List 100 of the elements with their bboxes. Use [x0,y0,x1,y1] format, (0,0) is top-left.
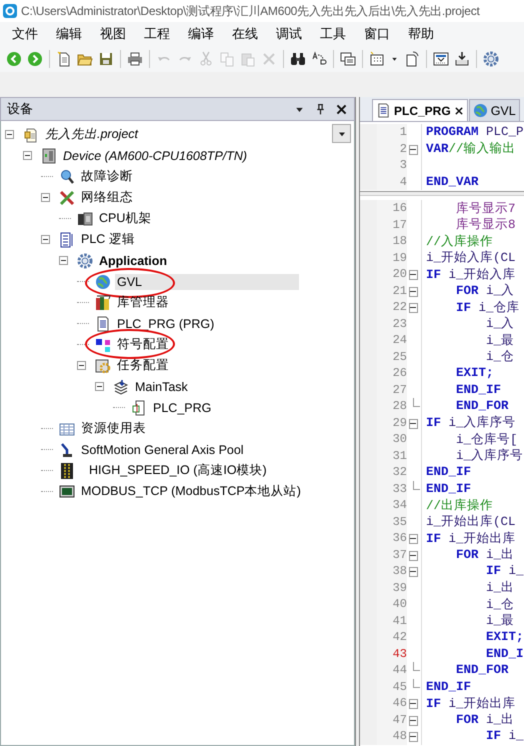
code-line: IF i_开始出库 [426,696,516,712]
line-number: 29 [377,414,407,431]
line-number: 30 [377,431,407,448]
code-line: i_仓 [485,596,514,613]
tree-item[interactable]: MODBUS_TCP (ModbusTCP本地从站) [79,482,303,501]
binoculars-icon[interactable] [290,50,306,66]
code-line: VAR//输入输出 [426,140,516,158]
tools-icon [59,190,75,206]
connector-line [41,470,53,472]
connector-line [77,302,89,304]
code-line: END_IF [426,680,472,694]
menu-item[interactable]: 在线 [224,24,268,42]
expand-toggle[interactable] [59,256,68,265]
expand-toggle[interactable] [95,382,104,391]
fold-toggle[interactable] [407,530,422,546]
code-line: END_I [485,646,524,661]
tree-item[interactable]: 任务配置 [115,356,171,375]
tree-item[interactable]: 库管理器 [115,293,171,312]
forward-icon[interactable] [27,50,43,66]
download-icon[interactable] [433,50,449,66]
fold-toggle[interactable] [407,282,422,299]
squares-icon [95,336,111,352]
fold-toggle[interactable] [407,299,422,316]
tree-item[interactable]: Device (AM600-CPU1608TP/TN) [61,148,250,164]
menu-item[interactable]: 帮助 [400,24,444,42]
code-line: EXIT; [455,366,494,380]
line-number: 36 [377,530,407,546]
module-icon [59,462,75,478]
line-number: 1 [377,124,407,140]
fold-toggle[interactable] [407,728,422,744]
code-line: IF i_开始入库 [426,266,516,283]
tree-item[interactable]: MainTask [133,378,190,394]
menu-item[interactable]: 编译 [180,24,224,42]
menu-item[interactable]: 窗口 [356,24,400,42]
editor-tab[interactable]: GVL [468,99,520,121]
close-icon[interactable] [335,102,348,116]
expand-toggle[interactable] [5,130,14,139]
line-number: 28 [377,398,407,414]
code-line: IF i_仓库 [455,300,520,316]
menu-item[interactable]: 工程 [136,24,180,42]
expand-toggle[interactable] [77,361,86,370]
tree-item[interactable]: PLC 逻辑 [79,230,137,249]
import-icon[interactable] [454,50,470,66]
tree-item[interactable]: PLC_PRG (PRG) [115,316,216,332]
code-line: FOR i_出 [455,712,514,728]
line-number: 34 [377,497,407,514]
new-file-icon[interactable] [56,50,72,66]
tree-item[interactable]: CPU机架 [97,209,154,228]
expand-toggle[interactable] [23,151,32,160]
menu-item[interactable]: 视图 [92,24,136,42]
tree-item[interactable]: 先入先出.project [43,125,140,144]
window-icon[interactable] [340,50,356,66]
connector-line [77,280,89,282]
menu-item[interactable]: 文件 [4,24,48,42]
fold-toggle[interactable] [407,140,422,157]
dropdown-button[interactable] [332,124,351,143]
fold-toggle[interactable] [407,712,422,728]
menu-item[interactable]: 工具 [312,24,356,42]
tree-item[interactable]: 网络组态 [79,188,135,207]
line-number: 21 [377,282,407,299]
close-icon[interactable] [454,106,464,116]
menu-item[interactable]: 调试 [268,24,312,42]
fold-toggle[interactable] [407,414,422,431]
connector-line [113,406,125,408]
fold-toggle[interactable] [407,563,422,580]
save-icon[interactable] [98,50,114,66]
expand-toggle[interactable] [41,193,50,202]
line-number: 31 [377,448,407,464]
tree-item[interactable]: 符号配置 [115,335,171,354]
tree-item[interactable]: GVL [115,274,299,290]
printer-icon[interactable] [127,50,143,66]
line-number: 44 [377,662,407,678]
gear-icon[interactable] [483,50,499,66]
tree-item[interactable]: 资源使用表 [79,419,148,438]
menu-item[interactable]: 编辑 [48,24,92,42]
code-line: FOR i_出 [455,546,514,564]
tree-item[interactable]: SoftMotion General Axis Pool [79,442,246,458]
expand-toggle[interactable] [41,235,50,244]
page-icon[interactable] [404,50,420,66]
gutter-strip [360,124,377,140]
line-number: 48 [377,728,407,744]
fold-toggle[interactable] [407,546,422,563]
fold-toggle[interactable] [407,695,422,712]
line-number: 17 [377,216,407,233]
replace-icon[interactable] [311,50,327,66]
tree-item[interactable]: 故障诊断 [79,167,135,186]
code-line: i_开始出库(CL [426,514,516,530]
fold-toggle[interactable] [407,266,422,282]
code-line: FOR i_入 [455,282,514,300]
line-number: 47 [377,712,407,728]
code-line: END_IF [426,465,472,480]
code-line: //出库操作 [426,498,494,514]
tree-item[interactable]: PLC_PRG [151,400,214,416]
tree-item[interactable]: Application [97,252,170,268]
line-number: 4 [377,174,407,190]
line-number: 38 [377,563,407,580]
back-icon[interactable] [6,50,22,66]
editor-tab[interactable]: PLC_PRG [372,99,468,121]
grid-icon[interactable] [369,50,385,66]
tree-item[interactable]: HIGH_SPEED_IO (高速IO模块) [87,461,269,480]
